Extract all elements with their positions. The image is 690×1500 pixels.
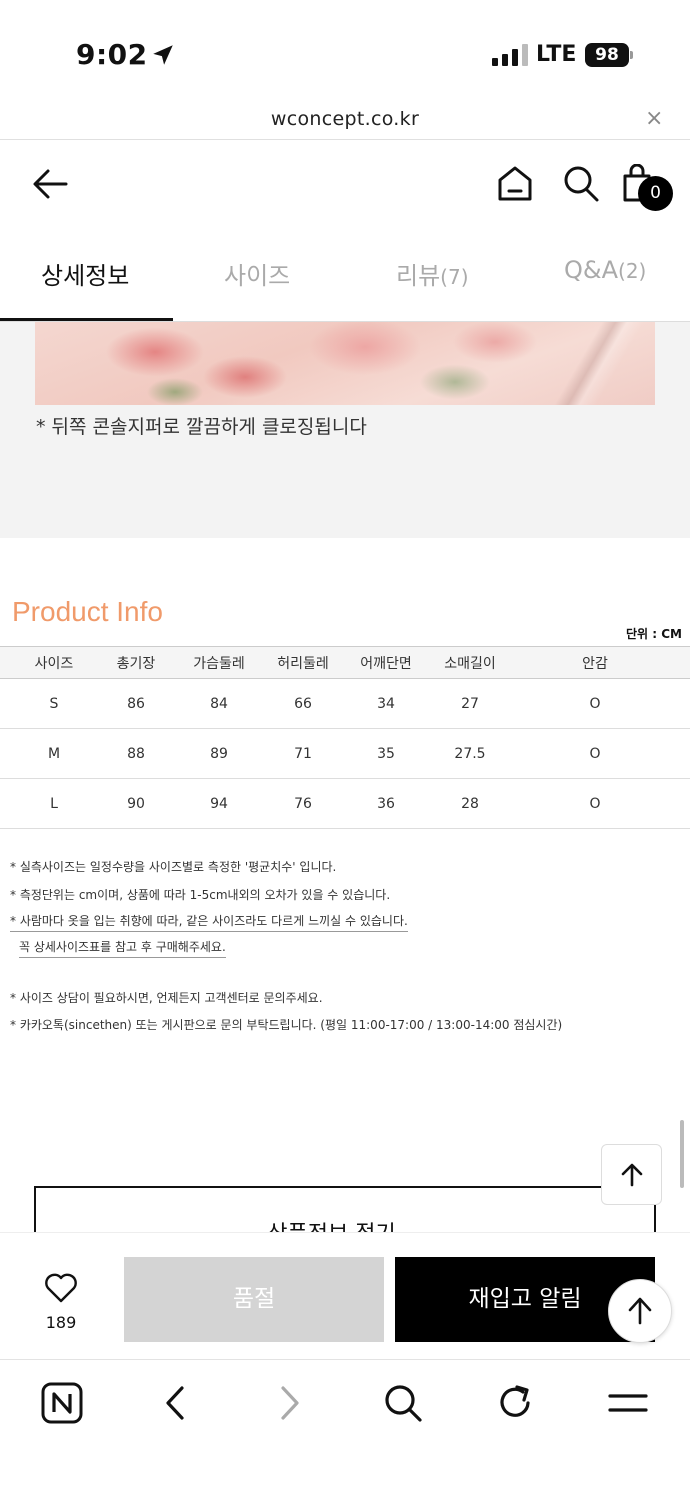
table-cell: 27.5 (440, 728, 500, 779)
scrollbar-thumb[interactable] (680, 1120, 684, 1188)
tab-review[interactable]: 리뷰(7) (396, 256, 469, 291)
table-cell: 90 (108, 778, 164, 829)
tab-size-label: 사이즈 (224, 262, 291, 290)
table-cell: 35 (332, 728, 440, 779)
table-header-cell: 소매길이 (440, 646, 500, 679)
location-arrow-icon (153, 45, 173, 65)
battery-level: 98 (585, 43, 629, 67)
arrow-up-icon (621, 1163, 642, 1186)
search-icon[interactable] (383, 1382, 423, 1424)
table-cell: 34 (332, 678, 440, 729)
table-cell: M (0, 728, 108, 779)
size-note: 꼭 상세사이즈표를 참고 후 구매해주세요. (19, 940, 226, 958)
table-cell: 27 (440, 678, 500, 729)
close-icon[interactable]: × (645, 106, 663, 131)
table-cell: 88 (108, 728, 164, 779)
tab-qna[interactable]: Q&A(2) (564, 256, 646, 284)
table-cell: 86 (108, 678, 164, 729)
detail-image-section: * 뒤쪽 콘솔지퍼로 깔끔하게 클로징됩니다 (0, 322, 690, 538)
product-info-title: Product Info (12, 596, 163, 627)
tab-detail[interactable]: 상세정보 (41, 256, 129, 291)
app-header (0, 140, 690, 230)
status-time: 9:02 (76, 38, 148, 71)
search-icon[interactable] (562, 164, 600, 204)
url-text[interactable]: wconcept.co.kr (0, 108, 690, 130)
cart-count-badge[interactable]: 0 (638, 176, 673, 211)
size-note: * 사람마다 옷을 입는 취향에 따라, 같은 사이즈라도 다르게 느끼실 수 … (10, 914, 408, 932)
back-chevron-icon[interactable] (160, 1382, 190, 1424)
table-cell: 89 (164, 728, 274, 779)
cellular-signal-icon (492, 44, 528, 66)
table-cell: O (500, 778, 690, 829)
size-note: * 측정단위는 cm이며, 상품에 따라 1-5cm내외의 오차가 있을 수 있… (10, 888, 391, 902)
table-cell: 84 (164, 678, 274, 729)
fabric-fold (535, 322, 655, 405)
home-icon[interactable] (497, 164, 533, 204)
tab-size[interactable]: 사이즈 (224, 256, 290, 291)
product-fabric-image (35, 322, 655, 405)
table-cell: O (500, 678, 690, 729)
table-header-cell: 가슴둘레 (164, 646, 274, 679)
status-bar: 9:02 LTE 98 (0, 0, 690, 100)
table-cell: 71 (274, 728, 332, 779)
detail-tabs: 상세정보 사이즈 리뷰(7) Q&A(2) (0, 230, 690, 322)
size-note: * 사이즈 상담이 필요하시면, 언제든지 고객센터로 문의주세요. (10, 991, 323, 1005)
tab-detail-label: 상세정보 (41, 262, 130, 290)
table-cell: 28 (440, 778, 500, 829)
tab-qna-count: (2) (618, 259, 647, 283)
table-header-cell: 총기장 (108, 646, 164, 679)
naver-n-icon[interactable] (41, 1382, 83, 1424)
menu-icon[interactable] (608, 1382, 648, 1424)
table-header-cell: 허리둘레 (274, 646, 332, 679)
table-cell: 94 (164, 778, 274, 829)
table-cell: S (0, 678, 108, 729)
table-cell: 76 (274, 778, 332, 829)
soldout-button[interactable]: 품절 (124, 1257, 384, 1342)
table-header-cell: 어깨단면 (332, 646, 440, 679)
back-arrow-icon[interactable] (30, 164, 70, 204)
table-cell: 36 (332, 778, 440, 829)
tab-review-count: (7) (440, 265, 469, 289)
table-row: S 86 84 66 34 27 O (0, 678, 690, 729)
table-cell: L (0, 778, 108, 829)
forward-chevron-icon[interactable] (275, 1382, 305, 1424)
table-cell: 66 (274, 678, 332, 729)
size-note: * 카카오톡(sincethen) 또는 게시판으로 문의 부탁드립니다. (평… (10, 1018, 563, 1032)
scroll-to-top-button[interactable] (601, 1144, 662, 1205)
url-bar[interactable]: wconcept.co.kr × (0, 100, 690, 140)
size-table: 사이즈 총기장 가슴둘레 허리둘레 어깨단면 소매길이 안감 S 86 84 6… (0, 646, 690, 829)
network-type: LTE (536, 42, 577, 67)
table-cell: O (500, 728, 690, 779)
tab-review-label: 리뷰 (396, 262, 441, 290)
tab-qna-label: Q&A (564, 256, 619, 284)
refresh-icon[interactable] (496, 1382, 534, 1424)
closing-note: * 뒤쪽 콘솔지퍼로 깔끔하게 클로징됩니다 (36, 416, 367, 438)
table-header-cell: 사이즈 (0, 646, 108, 679)
arrow-up-icon (628, 1297, 652, 1325)
battery-tip (630, 51, 633, 59)
table-header-cell: 안감 (500, 646, 690, 679)
active-tab-indicator (0, 318, 173, 321)
size-note: * 실측사이즈는 일정수량을 사이즈별로 측정한 '평균치수' 입니다. (10, 860, 337, 874)
unit-label: 단위 : CM (626, 627, 682, 641)
browser-toolbar (0, 1359, 690, 1500)
table-row: M 88 89 71 35 27.5 O (0, 728, 690, 779)
purchase-bar: 189 품절 재입고 알림 (0, 1232, 690, 1359)
like-button[interactable]: 189 (28, 1273, 94, 1332)
table-header-row: 사이즈 총기장 가슴둘레 허리둘레 어깨단면 소매길이 안감 (0, 646, 690, 679)
heart-icon (45, 1273, 77, 1303)
table-row: L 90 94 76 36 28 O (0, 778, 690, 829)
floating-top-button[interactable] (608, 1279, 672, 1343)
like-count: 189 (45, 1313, 77, 1332)
